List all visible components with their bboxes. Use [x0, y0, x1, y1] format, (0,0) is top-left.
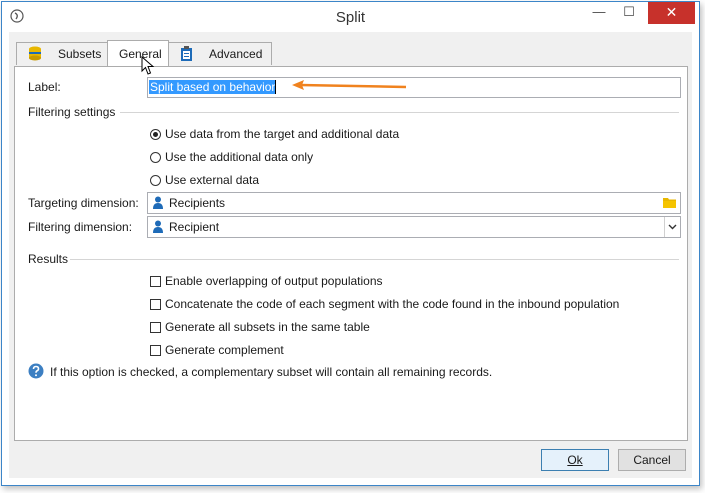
tab-advanced-label: Advanced: [209, 47, 263, 61]
checkbox-enable-overlapping[interactable]: [150, 276, 161, 287]
checkbox-generate-complement-label[interactable]: Generate complement: [165, 343, 284, 357]
close-button[interactable]: ✕: [648, 2, 695, 24]
radio-target-and-additional[interactable]: [150, 129, 161, 140]
radio-external-data-label[interactable]: Use external data: [165, 173, 259, 187]
text-caret: [275, 80, 276, 94]
split-dialog: Split — ☐ ✕ Subsets General Advanced Lab…: [1, 1, 700, 486]
filtering-settings-divider: [120, 112, 679, 113]
targeting-dimension-value: Recipients: [169, 196, 226, 210]
maximize-button[interactable]: ☐: [614, 2, 644, 24]
chevron-down-icon: [668, 224, 677, 230]
filtering-dimension-value: Recipient: [169, 220, 220, 234]
dropdown-button[interactable]: [664, 217, 680, 237]
folder-icon[interactable]: [663, 197, 676, 208]
checkbox-same-table-label[interactable]: Generate all subsets in the same table: [165, 320, 370, 334]
tab-subsets[interactable]: Subsets: [16, 42, 109, 65]
tab-subsets-label: Subsets: [58, 47, 102, 61]
mouse-cursor-icon: [141, 56, 155, 75]
person-icon: [153, 220, 163, 233]
tab-advanced[interactable]: Advanced: [167, 42, 272, 65]
radio-additional-only[interactable]: [150, 152, 161, 163]
filtering-dimension-caption: Filtering dimension:: [28, 220, 133, 234]
filtering-settings-heading: Filtering settings: [28, 105, 116, 119]
label-input[interactable]: Split based on behavior: [147, 77, 681, 98]
label-input-value: Split based on behavior: [149, 80, 277, 94]
title-bar[interactable]: Split — ☐ ✕: [2, 2, 699, 32]
checkbox-enable-overlapping-label[interactable]: Enable overlapping of output populations: [165, 274, 383, 288]
cancel-button[interactable]: Cancel: [618, 449, 686, 471]
filtering-dimension-select[interactable]: Recipient: [147, 216, 681, 238]
ok-button[interactable]: Ok: [541, 449, 609, 471]
minimize-button[interactable]: —: [584, 2, 614, 24]
results-heading: Results: [28, 252, 69, 266]
general-tab-panel: Label: Split based on behavior Filtering…: [14, 66, 688, 441]
checkbox-same-table[interactable]: [150, 322, 161, 333]
radio-target-and-additional-label[interactable]: Use data from the target and additional …: [165, 127, 399, 141]
dialog-body: Subsets General Advanced Label: Split ba…: [9, 32, 692, 478]
checkbox-concatenate-code[interactable]: [150, 299, 161, 310]
clipboard-icon: [181, 46, 192, 61]
person-icon: [153, 196, 163, 209]
checkbox-generate-complement[interactable]: [150, 345, 161, 356]
checkbox-concatenate-code-label[interactable]: Concatenate the code of each segment wit…: [165, 297, 619, 311]
ok-button-label: Ok: [567, 453, 583, 467]
help-text: If this option is checked, a complementa…: [50, 365, 493, 379]
radio-additional-only-label[interactable]: Use the additional data only: [165, 150, 313, 164]
results-divider: [70, 259, 679, 260]
radio-external-data[interactable]: [150, 175, 161, 186]
annotation-arrow-icon: [292, 80, 407, 90]
tab-general[interactable]: General: [107, 40, 169, 66]
database-icon: [29, 46, 41, 61]
help-icon: [28, 363, 44, 379]
targeting-dimension-field[interactable]: Recipients: [147, 192, 681, 214]
targeting-dimension-caption: Targeting dimension:: [28, 196, 139, 210]
label-caption: Label:: [28, 80, 61, 94]
cancel-button-label: Cancel: [633, 453, 671, 467]
